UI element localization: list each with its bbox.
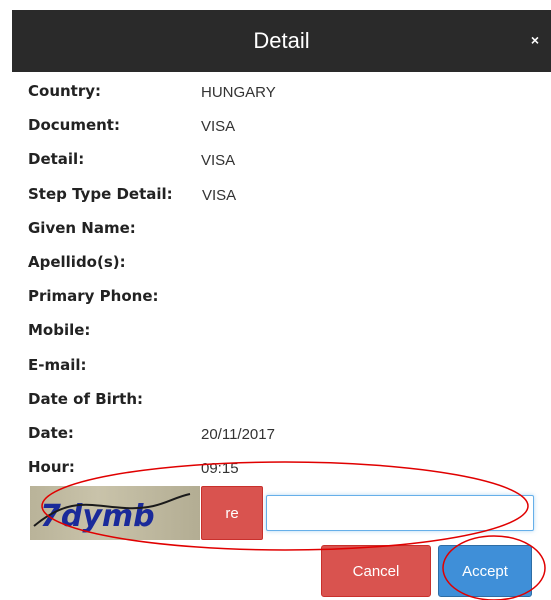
field-row-date-of-birth: Date of Birth: [28, 390, 528, 424]
field-value: VISA [201, 118, 236, 136]
field-value: 20/11/2017 [201, 425, 275, 443]
field-row-apellidos: Apellido(s): [28, 253, 528, 287]
field-label: Mobile: [28, 321, 91, 340]
field-row-detail: Detail: VISA [28, 150, 528, 184]
refresh-captcha-button[interactable]: re [201, 486, 263, 540]
accept-button[interactable]: Accept [438, 545, 532, 597]
detail-fields: Country: HUNGARY Document: VISA Detail: … [28, 82, 528, 492]
field-row-date: Date: 20/11/2017 [28, 424, 528, 458]
field-label: Date: [28, 423, 74, 442]
field-row-primary-phone: Primary Phone: [28, 287, 528, 321]
captcha-input[interactable] [266, 495, 534, 531]
captcha-image: 7dymb [30, 486, 200, 540]
field-value: VISA [201, 152, 236, 170]
field-label: Date of Birth: [28, 389, 144, 408]
field-label: Document: [28, 116, 120, 135]
dialog-header: Detail × [12, 10, 551, 72]
field-label: E-mail: [28, 355, 87, 374]
field-value: 09:15 [201, 460, 239, 478]
field-row-step-type-detail: Step Type Detail: VISA [28, 185, 528, 219]
cancel-button[interactable]: Cancel [321, 545, 431, 597]
field-label: Detail: [28, 150, 85, 169]
dialog-title: Detail [253, 28, 310, 53]
field-label: Given Name: [28, 218, 136, 237]
close-icon[interactable]: × [527, 32, 543, 48]
field-label: Step Type Detail: [28, 184, 173, 203]
field-label: Hour: [28, 458, 75, 477]
field-row-given-name: Given Name: [28, 219, 528, 253]
field-row-country: Country: HUNGARY [28, 82, 528, 116]
field-label: Primary Phone: [28, 287, 159, 306]
field-label: Country: [28, 82, 102, 100]
field-row-email: E-mail: [28, 356, 528, 390]
field-label: Apellido(s): [28, 252, 126, 271]
field-value: HUNGARY [201, 84, 276, 101]
field-value: VISA [202, 186, 237, 204]
captcha-text: 7dymb [40, 499, 155, 534]
field-row-document: Document: VISA [28, 116, 528, 150]
field-row-mobile: Mobile: [28, 321, 528, 355]
